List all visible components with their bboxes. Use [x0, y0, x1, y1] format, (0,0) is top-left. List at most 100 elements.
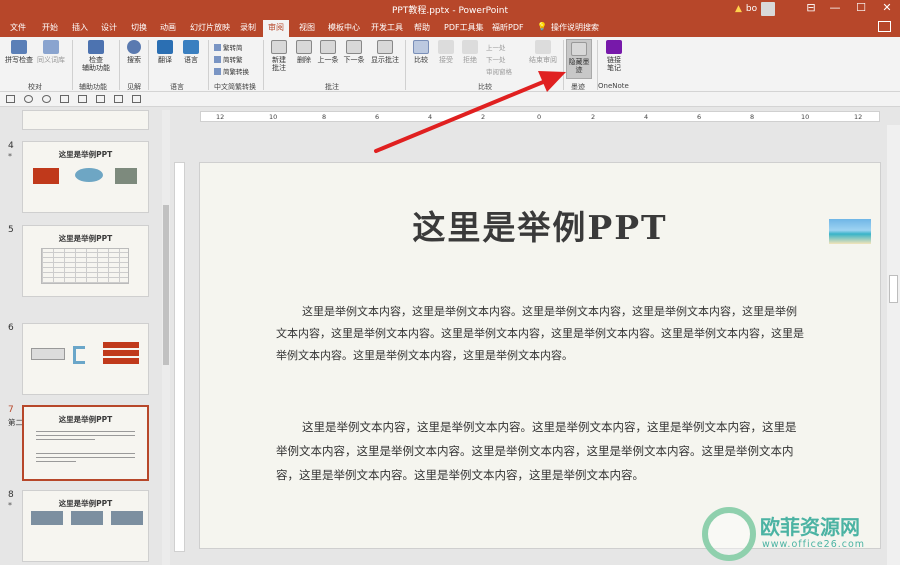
language-icon [183, 40, 199, 54]
linked-notes-button[interactable]: 链接 笔记 [601, 40, 627, 72]
customize-icon[interactable] [132, 95, 141, 103]
slide-title[interactable]: 这里是举例PPT [200, 201, 880, 249]
slide-thumbnail-pane: 4 * 这里是举例PPT 5 这里是举例PPT 第二章 6 7 这里是举例PPT… [0, 107, 160, 565]
maximize-button[interactable]: ☐ [850, 1, 872, 14]
translate-button[interactable]: 翻译 [154, 40, 176, 64]
language-button[interactable]: 语言 [180, 40, 202, 64]
format-icon[interactable] [114, 95, 123, 103]
onenote-icon [606, 40, 622, 54]
slide-number: 4 [8, 141, 14, 151]
reject-button[interactable]: 拒绝 [461, 40, 479, 64]
layout-icon[interactable] [96, 95, 105, 103]
delete-comment-icon [296, 40, 312, 54]
chinese-conversion-button[interactable]: 简繁转换 [214, 66, 249, 76]
slide-scrollbar[interactable] [887, 125, 900, 565]
tab-help[interactable]: 帮助 [414, 22, 430, 33]
ruler-tick: 8 [322, 113, 327, 121]
previous-change-button[interactable]: 上一处 [486, 42, 506, 52]
show-comments-icon [377, 40, 393, 54]
tell-me-search[interactable]: 💡 操作说明搜索 [537, 22, 599, 33]
next-comment-button[interactable]: 下一条 [342, 40, 366, 64]
minimize-button[interactable]: — [824, 1, 846, 14]
tab-template-center[interactable]: 模板中心 [328, 22, 360, 33]
horizontal-ruler: 12 10 8 6 4 2 0 2 4 6 8 10 12 [200, 111, 880, 122]
previous-comment-button[interactable]: 上一条 [316, 40, 340, 64]
redo-icon[interactable] [42, 95, 51, 103]
end-review-button[interactable]: 结束审阅 [528, 40, 558, 64]
check-accessibility-button[interactable]: 检查 辅助功能 [79, 40, 113, 72]
group-language-label: 语言 [170, 83, 184, 91]
slide-thumbnail-4[interactable]: 这里是举例PPT [22, 141, 149, 213]
trad-to-simp-button[interactable]: 繁转简 [214, 42, 243, 52]
slide-number: 6 [8, 323, 14, 333]
undo-icon[interactable] [24, 95, 33, 103]
user-name: bo [745, 4, 758, 14]
title-bar: PPT教程.pptx - PowerPoint ▲ bo ⊟ — ☐ ✕ [0, 0, 900, 18]
comments-icon[interactable] [878, 21, 891, 32]
separator [119, 40, 120, 90]
close-button[interactable]: ✕ [876, 1, 898, 14]
tab-home[interactable]: 开始 [42, 22, 58, 33]
smart-lookup-button[interactable]: 搜索 [125, 40, 143, 64]
tab-pdf-tools[interactable]: PDF工具集 [444, 22, 484, 33]
thumbnail-title: 这里是举例PPT [58, 234, 113, 243]
simp-to-trad-button[interactable]: 简转繁 [214, 54, 243, 64]
watermark: 欧菲资源网 www.office26.com [700, 505, 900, 563]
slide-paragraph-1[interactable]: 这里是举例文本内容，这里是举例文本内容。这里是举例文本内容，这里是举例文本内容，… [276, 301, 806, 367]
thesaurus-button[interactable]: 同义词库 [36, 40, 66, 64]
slide-thumbnail-3[interactable] [22, 110, 149, 130]
slide-paragraph-2[interactable]: 这里是举例文本内容，这里是举例文本内容。这里是举例文本内容，这里是举例文本内容，… [276, 415, 806, 487]
slide-thumbnail-7[interactable]: 这里是举例PPT [22, 405, 149, 481]
thumbnail-shape [71, 511, 103, 525]
tab-review[interactable]: 审阅 [263, 20, 289, 37]
tab-view[interactable]: 视图 [299, 22, 315, 33]
slide-thumbnail-6[interactable] [22, 323, 149, 395]
ruler-tick: 6 [375, 113, 380, 121]
new-comment-icon [271, 40, 287, 54]
slide-canvas[interactable]: 这里是举例PPT 这里是举例文本内容，这里是举例文本内容。这里是举例文本内容，这… [199, 162, 881, 549]
separator [72, 40, 73, 90]
slide-thumbnail-5[interactable]: 这里是举例PPT [22, 225, 149, 297]
start-from-beginning-icon[interactable] [60, 95, 69, 103]
beach-image[interactable] [829, 219, 871, 244]
group-compare-label: 比较 [478, 83, 492, 91]
avatar[interactable] [761, 2, 776, 16]
thumbnail-scrollbar[interactable] [162, 110, 170, 565]
delete-comment-button[interactable]: 删除 [294, 40, 314, 64]
tab-file[interactable]: 文件 [10, 22, 26, 33]
tab-design[interactable]: 设计 [101, 22, 117, 33]
account-area[interactable]: ▲ bo [735, 2, 776, 16]
watermark-logo-icon [702, 507, 756, 561]
tab-slideshow[interactable]: 幻灯片放映 [190, 22, 230, 33]
hide-ink-button[interactable]: 隐藏墨 迹 [566, 39, 592, 79]
group-proofing-label: 校对 [28, 83, 42, 91]
next-change-button[interactable]: 下一处 [486, 54, 506, 64]
tab-insert[interactable]: 插入 [72, 22, 88, 33]
accessibility-icon [88, 40, 104, 54]
show-comments-button[interactable]: 显示批注 [370, 40, 400, 64]
tab-animations[interactable]: 动画 [160, 22, 176, 33]
reviewing-pane-button[interactable]: 审阅窗格 [486, 66, 512, 76]
new-slide-icon[interactable] [78, 95, 87, 103]
accept-button[interactable]: 接受 [437, 40, 455, 64]
tab-developer[interactable]: 开发工具 [371, 22, 403, 33]
tab-transitions[interactable]: 切换 [131, 22, 147, 33]
compare-button[interactable]: 比较 [410, 40, 432, 64]
tab-record[interactable]: 录制 [240, 22, 256, 33]
thumbnail-shape [33, 168, 59, 184]
spelling-button[interactable]: 拼写检查 [4, 40, 34, 64]
next-comment-icon [346, 40, 362, 54]
scrollbar-thumb[interactable] [163, 205, 169, 365]
slide-thumbnail-8[interactable]: 这里是举例PPT [22, 490, 149, 562]
save-icon[interactable] [6, 95, 15, 103]
thumbnail-title: 这里是举例PPT [58, 150, 113, 159]
thesaurus-icon [43, 40, 59, 54]
separator [563, 40, 564, 90]
tab-foxit-pdf[interactable]: 福昕PDF [492, 22, 524, 33]
ribbon-display-icon[interactable]: ⊟ [800, 1, 822, 14]
accept-icon [438, 40, 454, 54]
convert-icon [214, 67, 221, 75]
new-comment-button[interactable]: 新建 批注 [268, 40, 290, 72]
thumbnail-shape [111, 511, 143, 525]
scrollbar-thumb[interactable] [889, 275, 898, 303]
